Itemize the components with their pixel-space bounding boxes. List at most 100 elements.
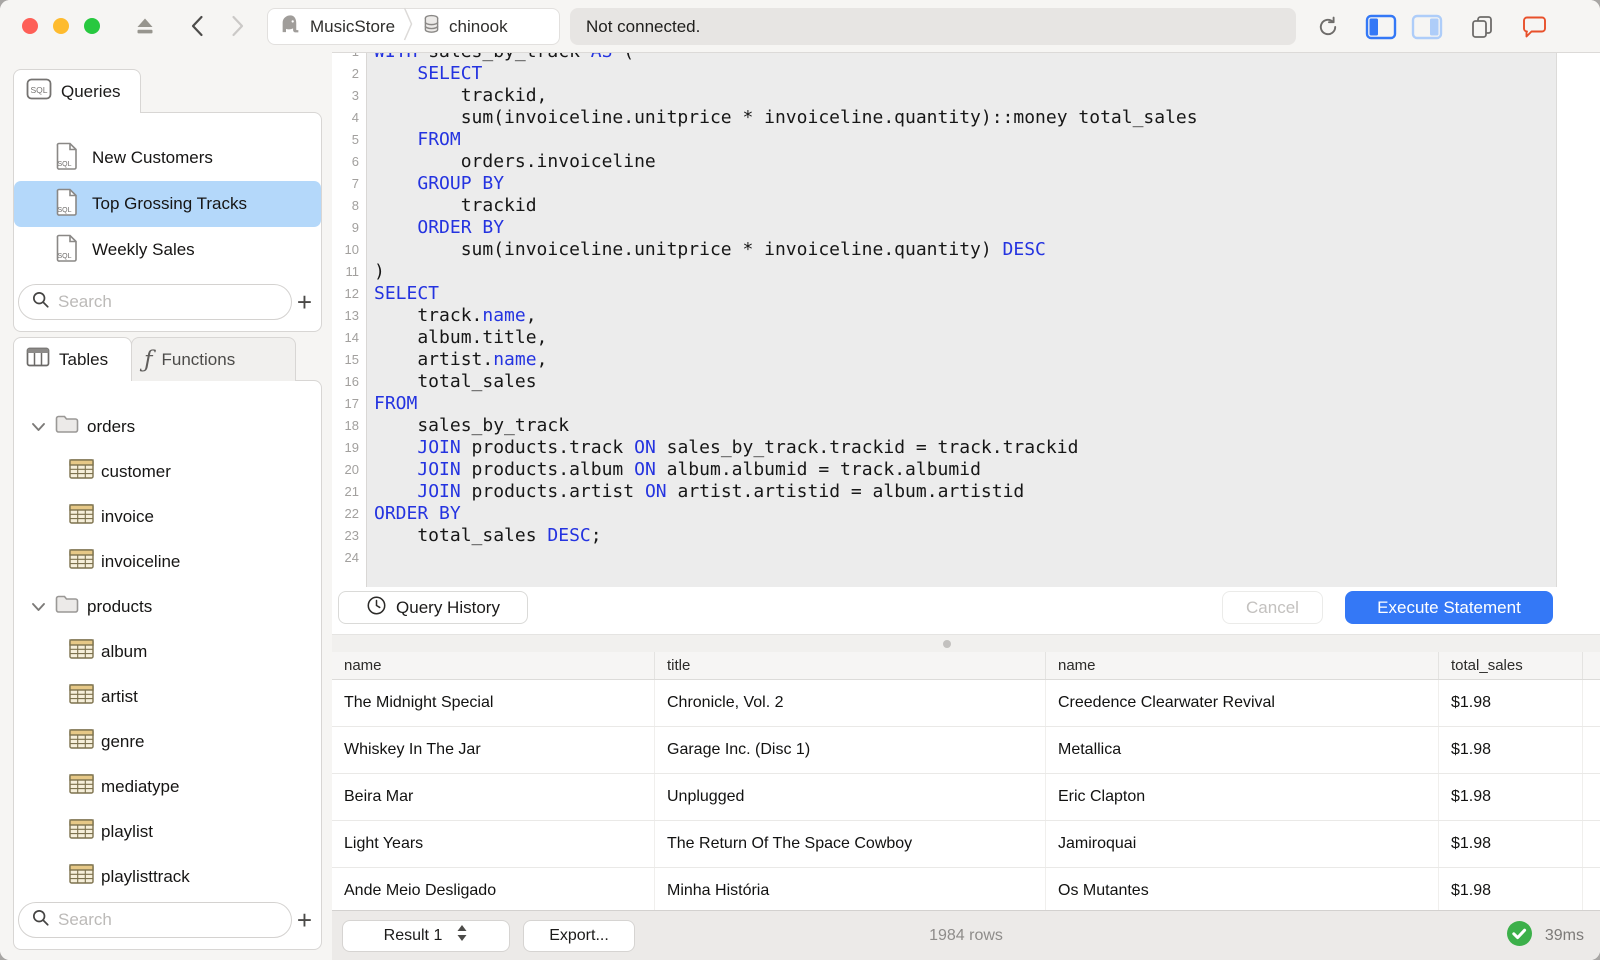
tree-item-label: mediatype	[101, 776, 180, 796]
tree-item-label: playlist	[101, 821, 153, 841]
table-cell[interactable]: $1.98	[1439, 680, 1583, 726]
schema-folder[interactable]: orders	[14, 404, 321, 449]
table-item[interactable]: mediatype	[14, 764, 321, 809]
tab-queries[interactable]: SQL Queries	[13, 69, 141, 113]
column-header[interactable]: name	[1046, 652, 1439, 679]
table-cell[interactable]	[1583, 680, 1600, 726]
feedback-chat-icon[interactable]	[1518, 13, 1550, 41]
table-row[interactable]: Light Years The Return Of The Space Cowbo…	[332, 821, 1600, 868]
duplicate-tab-icon[interactable]	[1466, 13, 1498, 41]
table-row[interactable]: Ande Meio Desligado Minha História Os Muta…	[332, 868, 1600, 910]
table-row[interactable]: Whiskey In The Jar Garage Inc. (Disc 1) Me…	[332, 727, 1600, 774]
table-icon	[69, 504, 94, 529]
table-cell[interactable]: Eric Clapton	[1046, 774, 1439, 820]
line-number: 11	[345, 264, 360, 279]
query-item[interactable]: SQL New Customers	[14, 135, 321, 181]
table-item[interactable]: customer	[14, 449, 321, 494]
table-item[interactable]: genre	[14, 719, 321, 764]
refresh-button[interactable]	[1313, 13, 1343, 41]
table-cell[interactable]: Creedence Clearwater Revival	[1046, 680, 1439, 726]
chevron-down-icon[interactable]	[31, 597, 46, 617]
tab-tables[interactable]: Tables	[13, 337, 132, 381]
table-cell[interactable]: Whiskey In The Jar	[332, 727, 655, 773]
titlebar: MusicStore chinook Not connected.	[0, 0, 1600, 52]
queries-search-input[interactable]	[58, 292, 279, 312]
table-cell[interactable]: The Return Of The Space Cowboy	[655, 821, 1046, 867]
result-selector[interactable]: Result 1	[342, 919, 510, 952]
tree-item-label: customer	[101, 461, 171, 481]
table-item[interactable]: playlist	[14, 809, 321, 854]
tab-queries-label: Queries	[61, 81, 121, 101]
table-item[interactable]: playlisttrack	[14, 854, 321, 899]
query-history-button[interactable]: Query History	[338, 591, 528, 624]
table-cell[interactable]: $1.98	[1439, 774, 1583, 820]
eject-icon[interactable]	[131, 13, 159, 39]
results-splitter[interactable]	[332, 634, 1600, 652]
tables-search-input[interactable]	[58, 910, 279, 930]
line-number: 20	[344, 462, 359, 477]
toggle-right-sidebar-button[interactable]	[1409, 13, 1445, 41]
schema-folder[interactable]: products	[14, 584, 321, 629]
table-cell[interactable]: Chronicle, Vol. 2	[655, 680, 1046, 726]
queries-search[interactable]	[18, 284, 292, 320]
toggle-left-sidebar-button[interactable]	[1363, 13, 1399, 41]
add-query-button[interactable]: +	[292, 287, 317, 317]
minimize-window-button[interactable]	[53, 18, 69, 34]
line-number: 18	[344, 418, 359, 433]
table-cell[interactable]: The Midnight Special	[332, 680, 655, 726]
line-number: 5	[351, 132, 359, 147]
table-cell[interactable]: Minha História	[655, 868, 1046, 910]
column-header[interactable]: name	[332, 652, 655, 679]
table-row[interactable]: Beira Mar Unplugged Eric Clapton $1.98	[332, 774, 1600, 821]
sql-editor[interactable]: 123456789101112131415161718192021222324 …	[332, 53, 1600, 587]
table-cell[interactable]: Jamiroquai	[1046, 821, 1439, 867]
table-cell[interactable]	[1583, 821, 1600, 867]
code-line: artist.name,	[374, 349, 548, 370]
tab-tables-label: Tables	[59, 349, 109, 369]
query-item[interactable]: SQL Top Grossing Tracks	[14, 181, 321, 227]
table-item[interactable]: artist	[14, 674, 321, 719]
breadcrumb-server[interactable]: MusicStore	[278, 13, 395, 41]
line-number: 15	[344, 352, 359, 367]
table-cell[interactable]: Unplugged	[655, 774, 1046, 820]
tables-search[interactable]	[18, 902, 292, 938]
cancel-button[interactable]: Cancel	[1222, 591, 1323, 624]
table-cell[interactable]: Garage Inc. (Disc 1)	[655, 727, 1046, 773]
table-item[interactable]: invoice	[14, 494, 321, 539]
postgres-elephant-icon	[278, 13, 303, 41]
column-header[interactable]: total_sales	[1439, 652, 1583, 679]
line-number: 9	[351, 220, 359, 235]
execute-statement-button[interactable]: Execute Statement	[1345, 591, 1553, 624]
add-table-button[interactable]: +	[292, 905, 317, 935]
table-cell[interactable]: $1.98	[1439, 868, 1583, 910]
code-line: trackid,	[374, 85, 548, 106]
table-cell[interactable]: Light Years	[332, 821, 655, 867]
table-cell[interactable]	[1583, 727, 1600, 773]
table-cell[interactable]: Ande Meio Desligado	[332, 868, 655, 910]
export-button[interactable]: Export...	[523, 919, 635, 952]
table-cell[interactable]: Metallica	[1046, 727, 1439, 773]
back-button[interactable]	[183, 13, 211, 39]
forward-button[interactable]	[224, 13, 252, 39]
code-line: track.name,	[374, 305, 537, 326]
zoom-window-button[interactable]	[84, 18, 100, 34]
breadcrumb-database[interactable]: chinook	[421, 13, 508, 40]
table-cell[interactable]: Os Mutantes	[1046, 868, 1439, 910]
table-item[interactable]: album	[14, 629, 321, 674]
table-row[interactable]: The Midnight Special Chronicle, Vol. 2 Cre…	[332, 680, 1600, 727]
table-cell[interactable]: $1.98	[1439, 821, 1583, 867]
function-icon: ƒ	[144, 346, 153, 373]
chevron-down-icon[interactable]	[31, 417, 46, 437]
line-number: 2	[351, 66, 359, 81]
table-cell[interactable]	[1583, 868, 1600, 910]
tab-functions[interactable]: ƒ Functions	[131, 337, 296, 381]
close-window-button[interactable]	[22, 18, 38, 34]
table-item[interactable]: invoiceline	[14, 539, 321, 584]
query-item[interactable]: SQL Weekly Sales	[14, 227, 321, 273]
column-header[interactable]: title	[655, 652, 1046, 679]
column-header[interactable]	[1583, 652, 1600, 679]
table-cell[interactable]	[1583, 774, 1600, 820]
table-cell[interactable]: $1.98	[1439, 727, 1583, 773]
code-line: JOIN products.album ON album.albumid = t…	[417, 459, 981, 480]
table-cell[interactable]: Beira Mar	[332, 774, 655, 820]
